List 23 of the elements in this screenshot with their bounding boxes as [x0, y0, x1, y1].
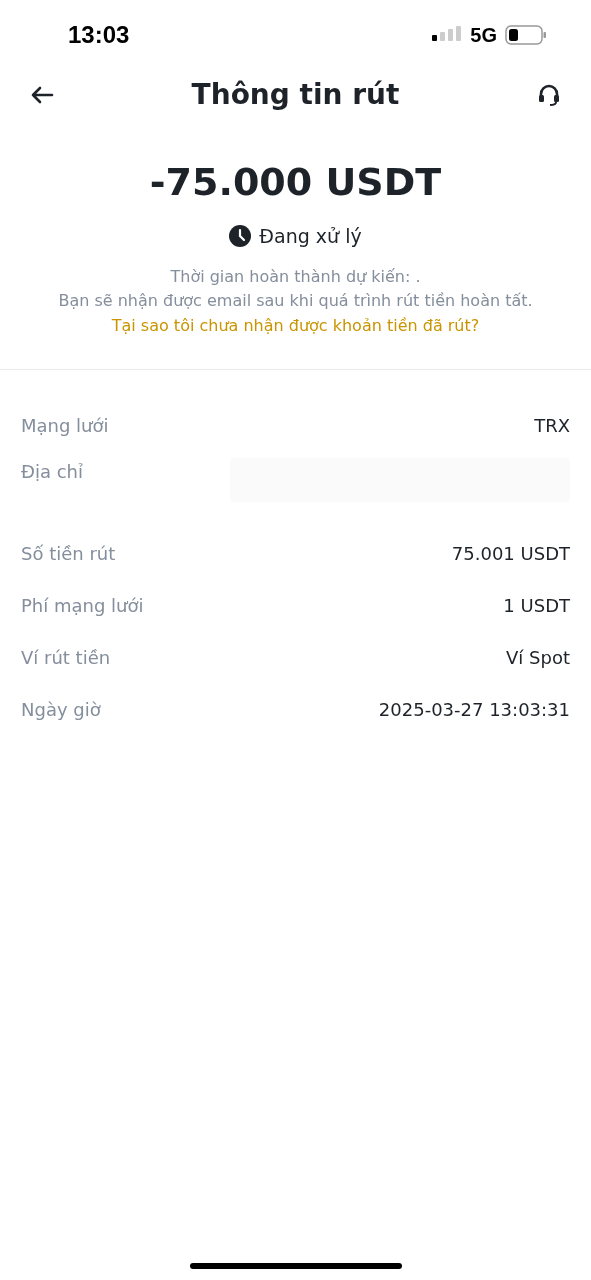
battery-icon — [505, 24, 547, 46]
detail-label: Phí mạng lưới — [21, 594, 144, 618]
detail-label: Ngày giờ — [21, 698, 101, 722]
detail-label: Địa chỉ — [21, 459, 83, 484]
detail-value: 1 USDT — [503, 594, 570, 618]
detail-value: 75.001 USDT — [451, 542, 570, 566]
withdraw-amount: -75.000 USDT — [149, 159, 442, 206]
info-text: Thời gian hoàn thành dự kiến: . — [170, 265, 421, 288]
clock-icon — [229, 225, 252, 248]
detail-value: 2025-03-27 13:03:31 — [378, 698, 570, 722]
status-time: 13:03 — [68, 20, 130, 50]
help-link[interactable]: Tại sao tôi chưa nhận được khoản tiền đã rút? — [111, 312, 480, 339]
status-label: Đang xử lý — [259, 224, 362, 249]
back-arrow-icon — [30, 85, 54, 105]
detail-label: Số tiền rút — [21, 542, 116, 566]
info-text: Bạn sẽ nhận được email sau khi quá trình rút tiền hoàn tất. — [58, 289, 533, 312]
detail-label: Mạng lưới — [21, 414, 109, 438]
headset-icon — [537, 83, 561, 107]
page-title: Thông tin rút — [191, 77, 400, 113]
detail-label: Ví rút tiền — [21, 646, 111, 670]
network-label: 5G — [470, 23, 497, 48]
detail-value: Ví Spot — [506, 646, 570, 670]
detail-value: TRX — [534, 414, 570, 438]
